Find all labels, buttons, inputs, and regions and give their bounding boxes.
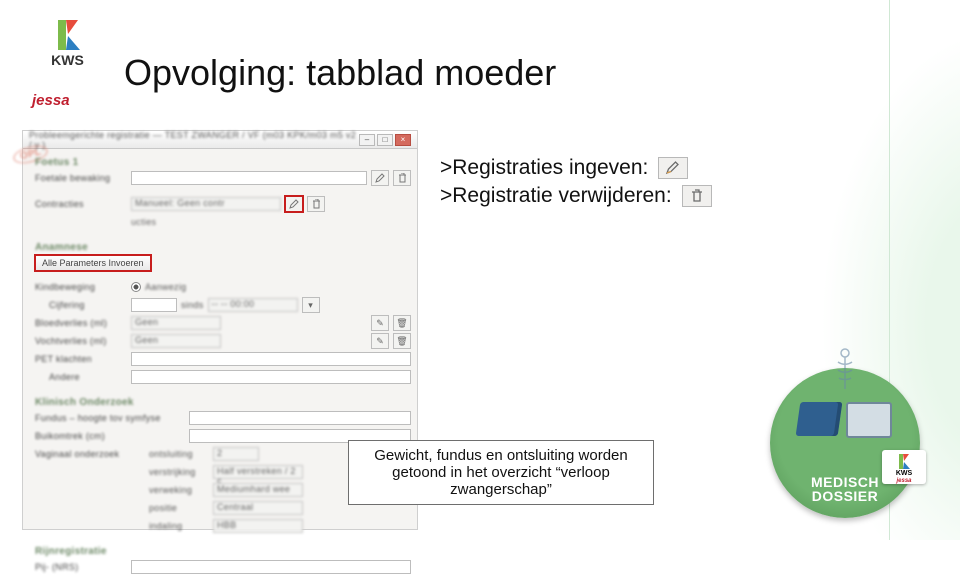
input-indaling[interactable]: HBB bbox=[213, 519, 303, 533]
input-cijfering[interactable] bbox=[131, 298, 177, 312]
section-rijn: Rijnregistratie bbox=[35, 546, 411, 557]
input-ontsluiting[interactable]: 2 bbox=[213, 447, 259, 461]
delete-button[interactable]: 🗑 bbox=[393, 315, 411, 331]
section-anamnese: Anamnese bbox=[35, 242, 411, 253]
input-verstrijking[interactable]: Half verstreken / 2 c bbox=[213, 465, 303, 479]
sublabel-verweking: verweking bbox=[149, 485, 209, 495]
sublabel-indaling: indaling bbox=[149, 521, 209, 531]
edit-button[interactable]: ✎ bbox=[371, 315, 389, 331]
label-cijfering: Cijfering bbox=[35, 300, 127, 310]
delete-button[interactable]: 🗑 bbox=[393, 333, 411, 349]
caduceus-icon bbox=[832, 348, 858, 397]
kws-logo: KWS bbox=[40, 20, 95, 68]
calendar-button[interactable]: ▾ bbox=[302, 297, 320, 313]
label-fundus: Fundus – hoogte tov symfyse bbox=[35, 413, 185, 423]
maximize-button[interactable]: □ bbox=[377, 134, 393, 146]
jessa-logo: jessa bbox=[32, 92, 70, 109]
alle-parameters-button[interactable]: Alle Parameters Invoeren bbox=[35, 255, 151, 271]
label-bloedverlies: Bloedverlies (ml) bbox=[35, 318, 127, 328]
label-vaginaal: Vaginaal onderzoek bbox=[35, 449, 145, 459]
info-callout-box: Gewicht, fundus en ontsluiting worden ge… bbox=[348, 440, 654, 505]
input-positie[interactable]: Centraal bbox=[213, 501, 303, 515]
section-klinisch: Klinisch Onderzoek bbox=[35, 397, 411, 408]
edit-button-highlighted[interactable] bbox=[285, 196, 303, 212]
input-bloedverlies[interactable]: Geen bbox=[131, 316, 221, 330]
edit-button[interactable] bbox=[371, 170, 389, 186]
window-titlebar: Probleemgerichte registratie — TEST ZWAN… bbox=[23, 131, 417, 149]
sublabel-verstrijking: verstrijking bbox=[149, 467, 209, 477]
tag-jessa-label: jessa bbox=[896, 478, 911, 484]
label-buikomtrek: Buikomtrek (cm) bbox=[35, 431, 185, 441]
callout-line-1: >Registraties ingeven: bbox=[440, 156, 648, 180]
kws-logo-mark bbox=[40, 20, 95, 50]
delete-button[interactable] bbox=[393, 170, 411, 186]
delete-button[interactable] bbox=[307, 196, 325, 212]
kws-logo-text: KWS bbox=[40, 52, 95, 68]
callout-list: >Registraties ingeven: >Registratie verw… bbox=[440, 156, 712, 212]
edit-button[interactable]: ✎ bbox=[371, 333, 389, 349]
sublabel-positie: positie bbox=[149, 503, 209, 513]
tag-kws-label: KWS bbox=[896, 470, 912, 477]
medisch-dossier-badge: MEDISCH DOSSIER KWS jessa bbox=[770, 368, 940, 518]
window-controls: – □ × bbox=[359, 134, 411, 146]
callout-line-2: >Registratie verwijderen: bbox=[440, 184, 672, 208]
label-contracties: Contracties bbox=[35, 199, 127, 209]
close-button[interactable]: × bbox=[395, 134, 411, 146]
input-verweking[interactable]: Mediumhard wee bbox=[213, 483, 303, 497]
radio-label: Aanwezig bbox=[145, 282, 186, 292]
input-vochtverlies[interactable]: Geen bbox=[131, 334, 221, 348]
folder-icon bbox=[798, 402, 892, 438]
input-pet[interactable] bbox=[131, 352, 411, 366]
input-andere[interactable] bbox=[131, 370, 411, 384]
label-kindbeweging: Kindbeweging bbox=[35, 282, 127, 292]
trash-icon bbox=[682, 185, 712, 207]
input-foetale-bewaking[interactable] bbox=[131, 171, 367, 185]
edit-icon bbox=[658, 157, 688, 179]
input-contracties[interactable]: Manueel: Geen contr bbox=[131, 197, 281, 211]
label-andere: Andere bbox=[35, 372, 127, 382]
input-sinds-datetime[interactable]: -- -- 00:00 bbox=[208, 298, 298, 312]
input-pij[interactable] bbox=[131, 560, 411, 574]
input-fundus[interactable] bbox=[189, 411, 411, 425]
label-vochtverlies: Vochtverlies (ml) bbox=[35, 336, 127, 346]
radio-aanwezig[interactable] bbox=[131, 282, 141, 292]
label-foetale-bewaking: Foetale bewaking bbox=[35, 173, 127, 183]
minimize-button[interactable]: – bbox=[359, 134, 375, 146]
kws-tag: KWS jessa bbox=[882, 450, 926, 484]
badge-line-2: DOSSIER bbox=[812, 488, 879, 504]
section-foetus: Foetus 1 bbox=[35, 157, 411, 168]
slide-title: Opvolging: tabblad moeder bbox=[124, 52, 556, 94]
window-title: Probleemgerichte registratie — TEST ZWAN… bbox=[29, 130, 359, 150]
label-pij: Pij- (NRS) bbox=[35, 562, 127, 572]
label-pet: PET klachten bbox=[35, 354, 127, 364]
contracties-sub: ucties bbox=[131, 217, 156, 227]
label-sinds: sinds bbox=[181, 300, 204, 310]
sublabel-ontsluiting: ontsluiting bbox=[149, 449, 209, 459]
